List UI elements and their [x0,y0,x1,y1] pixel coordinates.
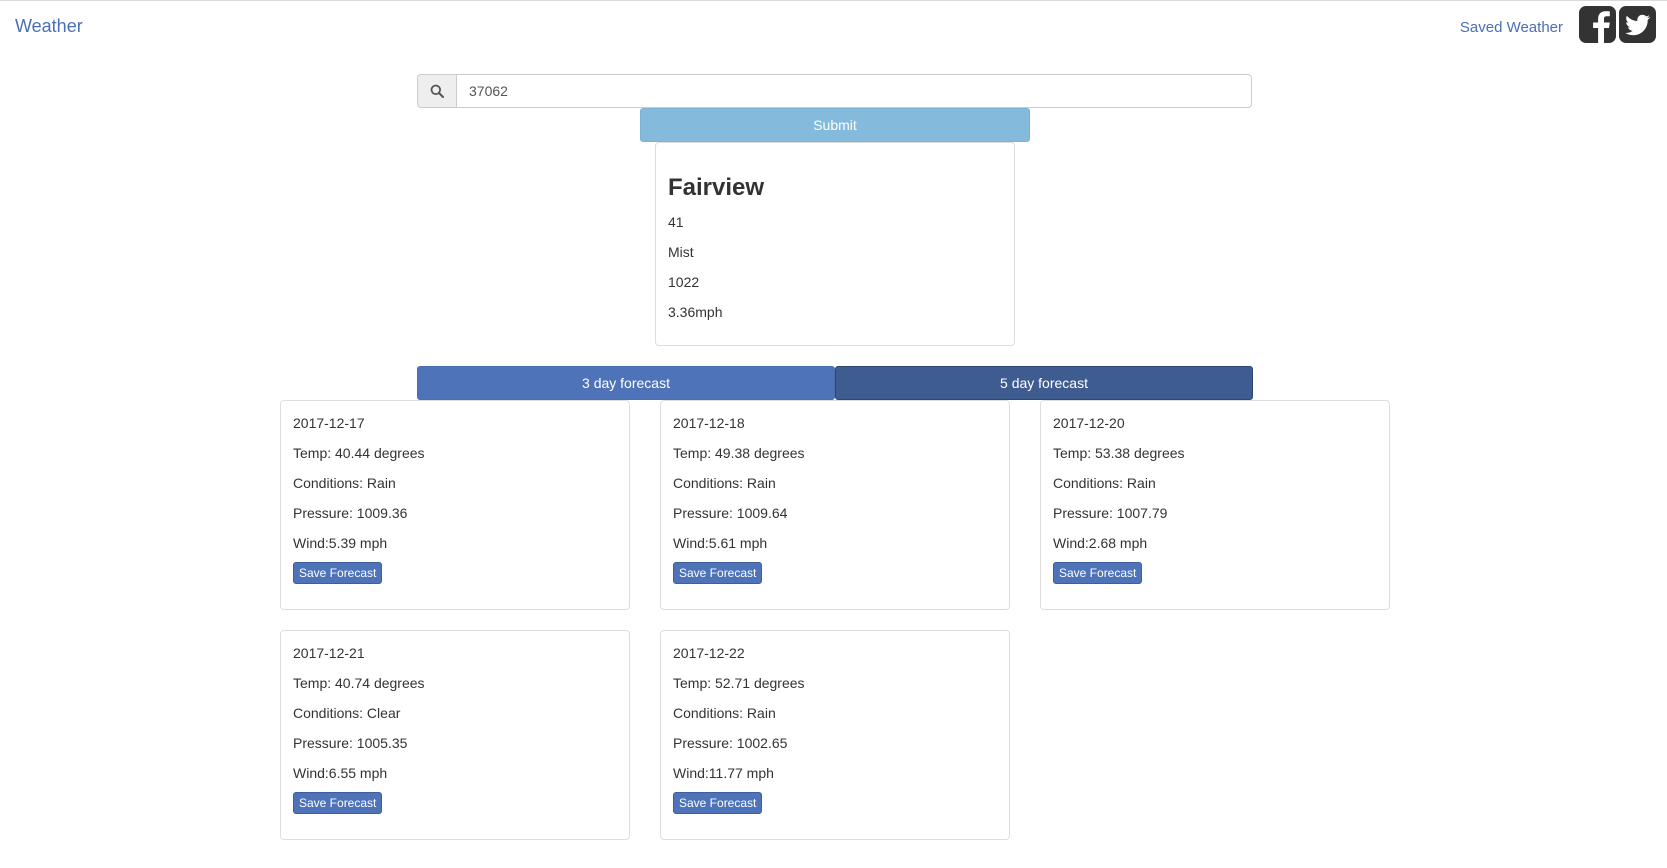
forecast-conditions: Conditions: Rain [673,475,776,491]
save-forecast-button[interactable]: Save Forecast [1053,562,1143,584]
forecast-pressure: Pressure: 1009.36 [293,505,408,521]
search-icon [417,74,456,108]
forecast-temp: Temp: 53.38 degrees [1053,445,1185,461]
forecast-date: 2017-12-17 [293,415,365,431]
current-weather-card: Fairview 41 Mist 1022 3.36mph [655,142,1015,346]
forecast-wind: Wind:11.77 mph [673,765,774,781]
tab-5-day-forecast[interactable]: 5 day forecast [835,366,1253,400]
forecast-temp: Temp: 52.71 degrees [673,675,805,691]
forecast-conditions: Conditions: Rain [1053,475,1156,491]
forecast-pressure: Pressure: 1002.65 [673,735,788,751]
forecast-date: 2017-12-20 [1053,415,1125,431]
save-forecast-button[interactable]: Save Forecast [673,562,763,584]
save-forecast-button[interactable]: Save Forecast [673,792,763,814]
forecast-conditions: Conditions: Rain [673,705,776,721]
forecast-conditions: Conditions: Rain [293,475,396,491]
current-temp: 41 [668,214,684,230]
forecast-wind: Wind:5.61 mph [673,535,768,551]
search-bar [417,74,1252,108]
forecast-pressure: Pressure: 1009.64 [673,505,788,521]
tab-3-day-forecast[interactable]: 3 day forecast [417,366,835,400]
search-input[interactable] [456,74,1252,108]
forecast-card: 2017-12-20 Temp: 53.38 degrees Condition… [1040,400,1390,610]
forecast-card: 2017-12-21 Temp: 40.74 degrees Condition… [280,630,630,840]
save-forecast-button[interactable]: Save Forecast [293,562,383,584]
forecast-card: 2017-12-18 Temp: 49.38 degrees Condition… [660,400,1010,610]
forecast-temp: Temp: 40.74 degrees [293,675,425,691]
forecast-card: 2017-12-22 Temp: 52.71 degrees Condition… [660,630,1010,840]
save-forecast-button[interactable]: Save Forecast [293,792,383,814]
forecast-wind: Wind:6.55 mph [293,765,388,781]
saved-weather-link[interactable]: Saved Weather [1460,19,1563,36]
forecast-temp: Temp: 49.38 degrees [673,445,805,461]
current-pressure: 1022 [668,274,700,290]
forecast-date: 2017-12-22 [673,645,745,661]
brand-link[interactable]: Weather [15,16,83,37]
forecast-card: 2017-12-17 Temp: 40.44 degrees Condition… [280,400,630,610]
forecast-wind: Wind:5.39 mph [293,535,388,551]
twitter-icon[interactable] [1619,6,1656,43]
current-wind: 3.36mph [668,304,723,320]
forecast-pressure: Pressure: 1007.79 [1053,505,1168,521]
city-name: Fairview [668,174,765,201]
forecast-conditions: Conditions: Clear [293,705,401,721]
forecast-date: 2017-12-21 [293,645,365,661]
forecast-pressure: Pressure: 1005.35 [293,735,408,751]
submit-button[interactable]: Submit [640,108,1030,142]
forecast-temp: Temp: 40.44 degrees [293,445,425,461]
facebook-icon[interactable] [1579,6,1616,43]
forecast-wind: Wind:2.68 mph [1053,535,1148,551]
current-conditions: Mist [668,244,694,260]
forecast-date: 2017-12-18 [673,415,745,431]
